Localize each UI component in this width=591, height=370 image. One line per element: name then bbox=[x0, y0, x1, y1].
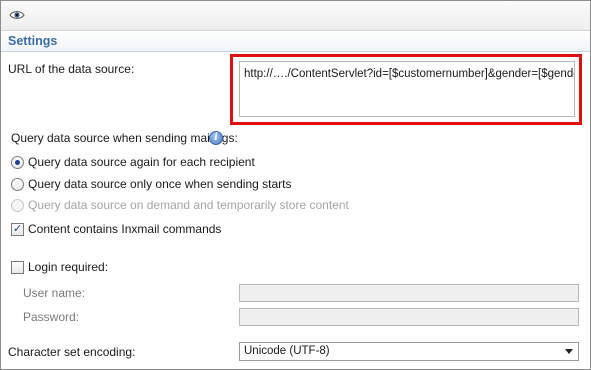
eye-icon[interactable] bbox=[8, 7, 26, 23]
login-required-label[interactable]: Login required: bbox=[28, 260, 108, 274]
password-label: Password: bbox=[23, 310, 80, 324]
username-label: User name: bbox=[23, 286, 86, 300]
login-required-checkbox[interactable] bbox=[11, 261, 24, 274]
section-header: Settings bbox=[1, 31, 590, 52]
encoding-label: Character set encoding: bbox=[8, 345, 136, 359]
radio-once-on-start-label[interactable]: Query data source only once when sending… bbox=[28, 177, 291, 191]
settings-panel: Settings URL of the data source: http://… bbox=[0, 0, 591, 370]
toolbar bbox=[1, 1, 590, 31]
inxmail-commands-label[interactable]: Content contains Inxmail commands bbox=[28, 222, 221, 236]
encoding-select[interactable]: Unicode (UTF-8) bbox=[239, 342, 579, 361]
password-input bbox=[239, 308, 579, 326]
encoding-value: Unicode (UTF-8) bbox=[244, 345, 330, 357]
radio-each-recipient-label[interactable]: Query data source again for each recipie… bbox=[28, 155, 255, 169]
radio-on-demand-label: Query data source on demand and temporar… bbox=[28, 198, 349, 212]
section-title: Settings bbox=[8, 34, 58, 48]
url-highlight-box: http://…./ContentServlet?id=[$customernu… bbox=[230, 54, 582, 125]
url-label: URL of the data source: bbox=[8, 62, 135, 76]
query-label: Query data source when sending mailings: bbox=[11, 131, 238, 145]
url-input[interactable]: http://…./ContentServlet?id=[$customernu… bbox=[239, 61, 575, 117]
radio-each-recipient[interactable] bbox=[11, 156, 24, 169]
chevron-down-icon[interactable] bbox=[564, 345, 574, 358]
radio-once-on-start[interactable] bbox=[11, 178, 24, 191]
help-icon[interactable]: i bbox=[209, 131, 223, 145]
inxmail-commands-checkbox[interactable] bbox=[11, 222, 24, 236]
radio-on-demand bbox=[11, 199, 24, 212]
username-input bbox=[239, 284, 579, 302]
